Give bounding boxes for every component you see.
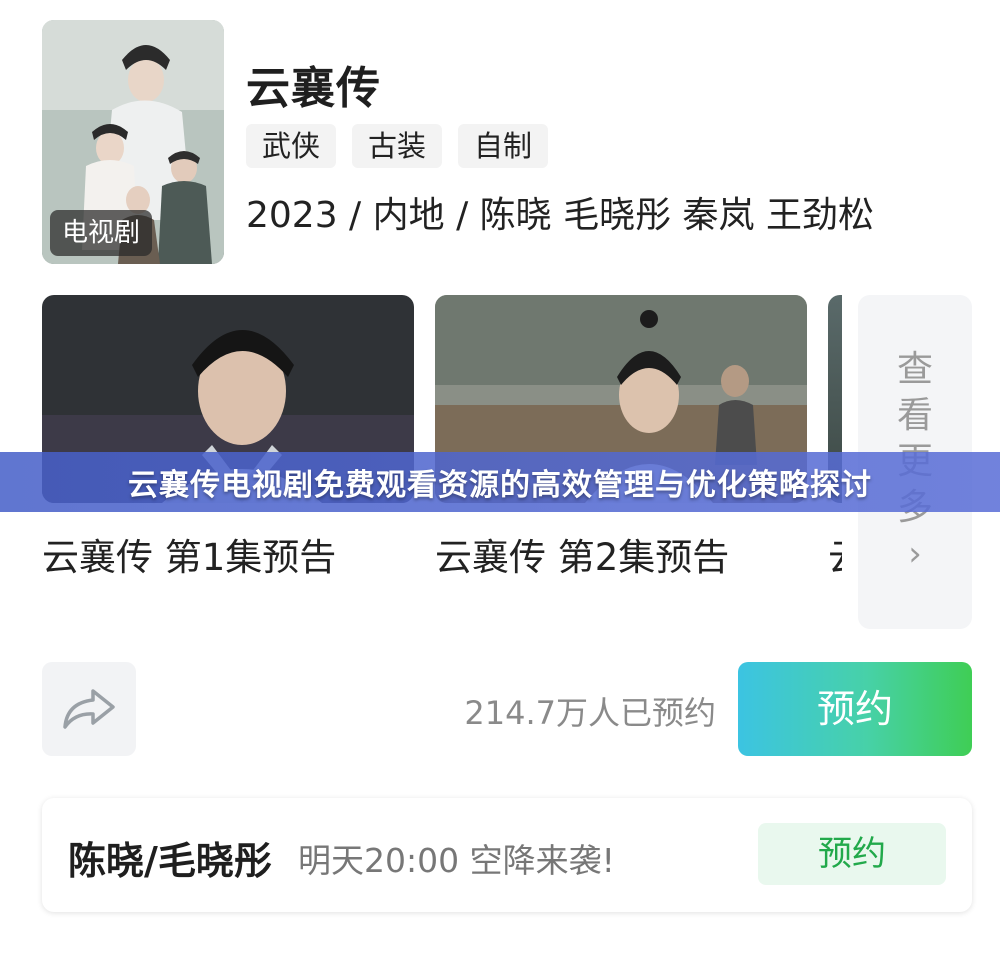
live-description: 明天20:00 空降来袭! <box>298 841 615 880</box>
view-more-label: 查 <box>896 349 933 390</box>
poster-badge: 电视剧 <box>50 210 153 256</box>
article-title-banner: 云襄传电视剧免费观看资源的高效管理与优化策略探讨 <box>0 452 1000 512</box>
episode-card[interactable]: 云襄传 第1集预告 <box>42 295 414 581</box>
show-title: 云襄传 <box>246 63 381 114</box>
show-poster[interactable]: 电视剧 <box>42 20 224 264</box>
chevron-right-icon: › <box>908 534 922 574</box>
episode-card[interactable]: 云 <box>828 295 842 581</box>
view-more-label: 看 <box>896 395 933 436</box>
genre-tags: 武侠 古装 自制 <box>246 124 549 168</box>
tag-item[interactable]: 武侠 <box>246 124 337 168</box>
live-reserve-button[interactable]: 预约 <box>758 823 946 885</box>
reservation-count: 214.7万人已预约 <box>464 694 716 732</box>
tag-item[interactable]: 古装 <box>352 124 443 168</box>
episode-card[interactable]: 云襄传 第2集预告 <box>435 295 807 581</box>
episode-title[interactable]: 云 <box>828 527 842 581</box>
live-host-names: 陈晓/毛晓彤 <box>68 839 272 883</box>
episode-title[interactable]: 云襄传 第1集预告 <box>42 527 414 581</box>
show-meta: 2023 / 内地 / 陈晓 毛晓彤 秦岚 王劲松 <box>246 195 874 236</box>
share-button[interactable] <box>42 662 136 756</box>
reserve-button[interactable]: 预约 <box>738 662 972 756</box>
live-event-card[interactable]: 陈晓/毛晓彤 明天20:00 空降来袭! 预约 <box>42 798 972 912</box>
share-arrow-icon <box>63 689 115 729</box>
tag-item[interactable]: 自制 <box>458 124 549 168</box>
page: 电视剧 云襄传 武侠 古装 自制 2023 / 内地 / 陈晓 毛晓彤 秦岚 王… <box>0 0 1000 962</box>
banner-text: 云襄传电视剧免费观看资源的高效管理与优化策略探讨 <box>128 468 872 503</box>
episode-title[interactable]: 云襄传 第2集预告 <box>435 527 807 581</box>
